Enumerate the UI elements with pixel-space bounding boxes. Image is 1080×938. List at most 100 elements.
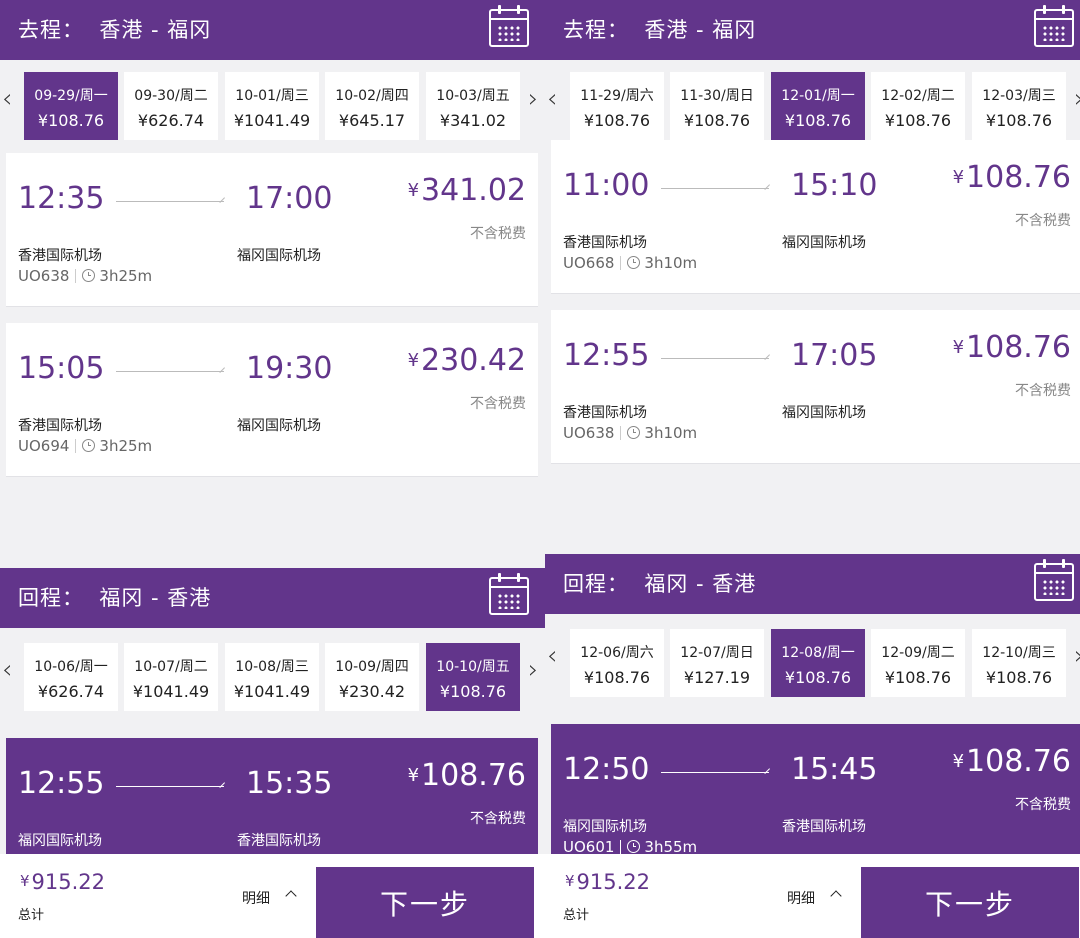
currency-symbol: ¥ [407, 765, 420, 786]
date-tab[interactable]: 10-08/周三 ¥1041.49 [225, 643, 319, 711]
return-header: 回程： 福冈 - 香港 [0, 568, 545, 628]
date-tab[interactable]: 10-06/周一 ¥626.74 [24, 643, 118, 711]
date-tab-date: 10-01/周三 [235, 88, 309, 104]
chevron-left-icon[interactable]: ‹ [2, 84, 12, 114]
departure-airport: 福冈国际机场 [563, 819, 647, 835]
total-label: 总计 [18, 908, 45, 923]
date-tab[interactable]: 11-30/周日 ¥108.76 [670, 72, 764, 140]
detail-toggle[interactable]: 明细 [242, 888, 270, 908]
date-tab[interactable]: 12-10/周三 ¥108.76 [972, 629, 1066, 697]
date-tab[interactable]: 10-07/周二 ¥1041.49 [124, 643, 218, 711]
chevron-left-icon[interactable]: ‹ [547, 84, 557, 114]
outbound-header: 去程： 香港 - 福冈 [0, 0, 545, 60]
flight-duration: 3h25m [99, 267, 153, 285]
date-tab[interactable]: 11-29/周六 ¥108.76 [570, 72, 664, 140]
flight-card[interactable]: 12:55 17:05 ¥108.76 不含税费 香港国际机场 福冈国际机场 U… [551, 310, 1080, 464]
clock-icon [82, 269, 96, 282]
clock-icon [627, 256, 641, 269]
date-tab-price: ¥108.76 [784, 668, 852, 687]
arrival-airport: 福冈国际机场 [782, 405, 866, 421]
currency-symbol: ¥ [952, 337, 965, 358]
date-tab[interactable]: 10-09/周四 ¥230.42 [325, 643, 419, 711]
chevron-right-icon[interactable]: › [1074, 641, 1080, 671]
date-tab[interactable]: 09-29/周一 ¥108.76 [24, 72, 118, 140]
date-tab-price: ¥1041.49 [233, 111, 311, 130]
chevron-right-icon[interactable]: › [528, 655, 538, 685]
arrival-airport: 福冈国际机场 [782, 235, 866, 251]
date-tab[interactable]: 12-06/周六 ¥108.76 [570, 629, 664, 697]
date-tab-date: 12-10/周三 [982, 645, 1056, 661]
date-tab[interactable]: 12-08/周一 ¥108.76 [771, 629, 865, 697]
flight-number: UO694 [18, 437, 70, 455]
date-tab[interactable]: 12-02/周二 ¥108.76 [871, 72, 965, 140]
total-price-value: 915.22 [31, 870, 106, 894]
flight-price: ¥108.76 [953, 160, 1071, 195]
divider [75, 269, 77, 283]
arrival-airport: 福冈国际机场 [237, 418, 321, 434]
next-step-button[interactable]: 下一步 [861, 867, 1079, 938]
flight-card[interactable]: 15:05 19:30 ¥230.42 不含税费 香港国际机场 福冈国际机场 U… [6, 323, 538, 477]
divider [620, 426, 622, 440]
chevron-left-icon[interactable]: ‹ [547, 641, 557, 671]
calendar-icon[interactable] [489, 573, 529, 615]
departure-time: 12:55 [563, 338, 650, 373]
left-booking-panel: 去程： 香港 - 福冈 ‹ 09-29/周一 ¥108.76 09-30/周二 ¥6… [0, 0, 545, 938]
chevron-right-icon[interactable]: › [528, 84, 538, 114]
arrival-time: 17:00 [246, 181, 333, 216]
departure-airport: 香港国际机场 [563, 235, 647, 251]
date-tab-date: 10-09/周四 [335, 659, 409, 675]
flight-card[interactable]: 12:35 17:00 ¥341.02 不含税费 香港国际机场 福冈国际机场 U… [6, 153, 538, 307]
calendar-icon[interactable] [1034, 559, 1074, 601]
flight-price-value: 108.76 [421, 758, 526, 793]
currency-symbol: ¥ [952, 167, 965, 188]
flight-number: UO638 [18, 267, 70, 285]
total-price: ¥915.22 [20, 870, 105, 894]
detail-toggle[interactable]: 明细 [787, 888, 815, 908]
next-step-button[interactable]: 下一步 [316, 867, 534, 938]
date-tab[interactable]: 10-10/周五 ¥108.76 [426, 643, 520, 711]
date-tab[interactable]: 12-09/周二 ¥108.76 [871, 629, 965, 697]
arrival-airport: 香港国际机场 [237, 833, 321, 849]
flight-duration: 3h25m [99, 437, 153, 455]
arrow-right-icon [661, 188, 769, 189]
total-label: 总计 [563, 908, 590, 923]
chevron-left-icon[interactable]: ‹ [2, 655, 12, 685]
currency-symbol: ¥ [952, 751, 965, 772]
chevron-up-icon[interactable] [830, 890, 842, 902]
date-tab-price: ¥127.19 [683, 668, 751, 687]
flight-meta: UO638 3h10m [563, 424, 697, 442]
arrival-time: 19:30 [246, 351, 333, 386]
chevron-up-icon[interactable] [285, 890, 297, 902]
departure-time: 12:35 [18, 181, 105, 216]
date-tab-date: 10-10/周五 [436, 659, 510, 675]
flight-meta: UO694 3h25m [18, 437, 152, 455]
flight-card[interactable]: 11:00 15:10 ¥108.76 不含税费 香港国际机场 福冈国际机场 U… [551, 140, 1080, 294]
date-tab-date: 09-30/周二 [134, 88, 208, 104]
flight-duration: 3h10m [644, 254, 698, 272]
date-tab[interactable]: 10-02/周四 ¥645.17 [325, 72, 419, 140]
total-price: ¥915.22 [565, 870, 650, 894]
date-tab-price: ¥108.76 [583, 111, 651, 130]
date-tab[interactable]: 09-30/周二 ¥626.74 [124, 72, 218, 140]
calendar-icon[interactable] [489, 5, 529, 47]
date-tab[interactable]: 12-07/周日 ¥127.19 [670, 629, 764, 697]
chevron-right-icon[interactable]: › [1074, 84, 1080, 114]
departure-airport: 香港国际机场 [18, 248, 102, 264]
return-title: 回程： 福冈 - 香港 [18, 586, 212, 610]
calendar-icon[interactable] [1034, 5, 1074, 47]
flight-price: ¥230.42 [408, 343, 526, 378]
date-tab-price: ¥1041.49 [132, 682, 210, 701]
return-date-strip: ‹ 10-06/周一 ¥626.74 10-07/周二 ¥1041.49 10-08… [0, 635, 545, 715]
arrival-time: 15:35 [246, 766, 333, 801]
currency-symbol: ¥ [407, 350, 420, 371]
outbound-header: 去程： 香港 - 福冈 [545, 0, 1080, 60]
date-tab[interactable]: 12-01/周一 ¥108.76 [771, 72, 865, 140]
flight-price-value: 230.42 [421, 343, 526, 378]
date-tab[interactable]: 12-03/周三 ¥108.76 [972, 72, 1066, 140]
tax-note: 不含税费 [1015, 797, 1071, 813]
divider [620, 256, 622, 270]
flight-price-value: 108.76 [966, 744, 1071, 779]
date-tab[interactable]: 10-03/周五 ¥341.02 [426, 72, 520, 140]
currency-symbol: ¥ [565, 872, 575, 890]
date-tab[interactable]: 10-01/周三 ¥1041.49 [225, 72, 319, 140]
